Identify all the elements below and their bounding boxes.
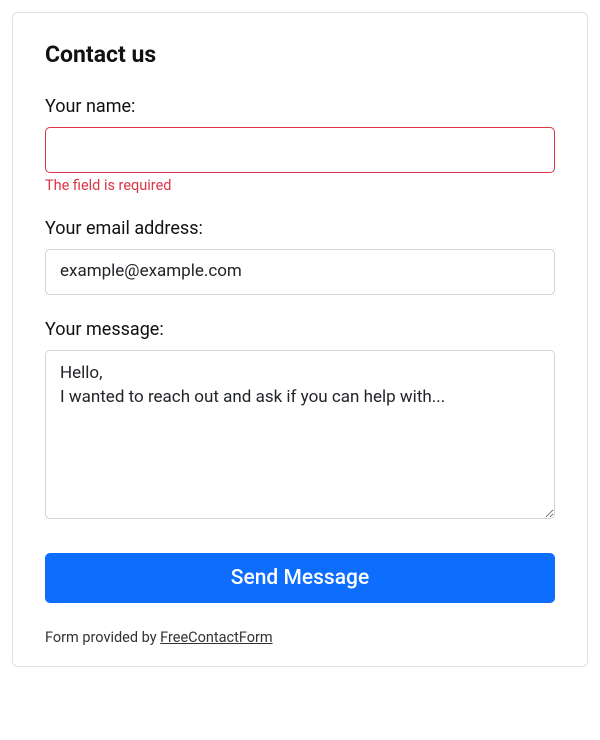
name-field-group: Your name: The field is required xyxy=(45,96,555,194)
email-input[interactable] xyxy=(45,249,555,295)
message-textarea[interactable]: Hello, I wanted to reach out and ask if … xyxy=(45,350,555,520)
footer-prefix: Form provided by xyxy=(45,629,160,646)
email-field-group: Your email address: xyxy=(45,218,555,295)
send-message-button[interactable]: Send Message xyxy=(45,553,555,603)
footer-link[interactable]: FreeContactForm xyxy=(160,629,272,646)
name-label: Your name: xyxy=(45,96,555,117)
message-label: Your message: xyxy=(45,319,555,340)
message-field-group: Your message: Hello, I wanted to reach o… xyxy=(45,319,555,524)
form-footer: Form provided by FreeContactForm xyxy=(45,629,555,646)
form-title: Contact us xyxy=(45,41,555,68)
name-error-text: The field is required xyxy=(45,177,555,194)
name-input[interactable] xyxy=(45,127,555,173)
contact-form-card: Contact us Your name: The field is requi… xyxy=(12,12,588,667)
email-label: Your email address: xyxy=(45,218,555,239)
